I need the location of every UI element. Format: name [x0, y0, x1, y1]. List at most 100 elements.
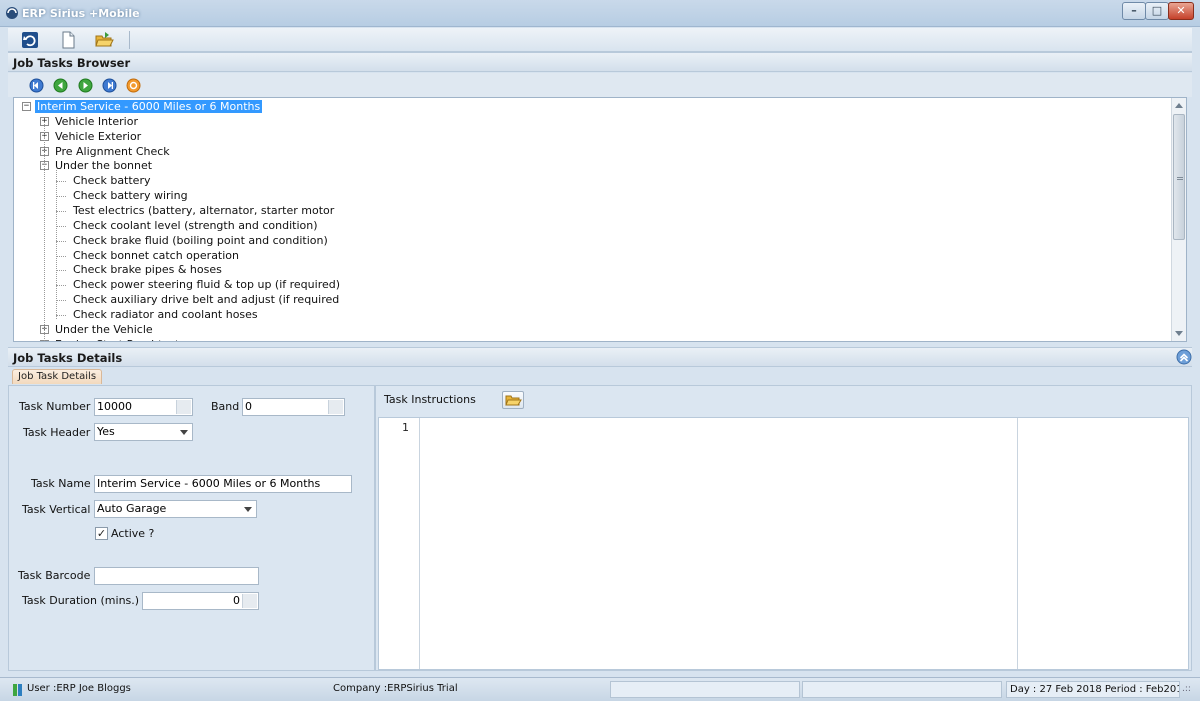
- task-name-value: Interim Service - 6000 Miles or 6 Months: [97, 477, 321, 490]
- tree-item-label: Vehicle Interior: [55, 114, 138, 128]
- collapse-node-icon[interactable]: −: [22, 102, 31, 111]
- tree-leaf-item[interactable]: Check bonnet catch operation: [71, 248, 241, 263]
- status-cell-empty-2: [802, 681, 1002, 698]
- maximize-icon: □: [1151, 4, 1163, 17]
- browser-section-header: Job Tasks Browser: [8, 52, 1192, 72]
- task-vertical-value: Auto Garage: [97, 502, 167, 515]
- open-instructions-button[interactable]: [502, 391, 524, 409]
- tree-node[interactable]: Vehicle Interior: [53, 114, 140, 129]
- database-icon: [13, 684, 22, 696]
- first-icon[interactable]: [29, 78, 44, 93]
- tree-node[interactable]: Under the bonnet: [53, 158, 154, 173]
- refresh-icon[interactable]: [126, 78, 141, 93]
- toolbar-separator: [129, 31, 130, 49]
- job-tasks-tree[interactable]: Interim Service - 6000 Miles or 6 Months…: [13, 97, 1187, 342]
- details-section-header: Job Tasks Details: [8, 347, 1192, 367]
- task-header-select[interactable]: Yes: [94, 423, 193, 441]
- chevron-down-icon[interactable]: [180, 430, 188, 435]
- tree-item-label: Check battery wiring: [73, 189, 188, 203]
- tree-leaf-item[interactable]: Check brake pipes & hoses: [71, 262, 224, 277]
- tree-leaf-item[interactable]: Check coolant level (strength and condit…: [71, 218, 320, 233]
- tree-leaf-item[interactable]: Check radiator and coolant hoses: [71, 307, 260, 322]
- app-logo-icon: [6, 7, 18, 19]
- task-duration-field[interactable]: 0: [142, 592, 259, 610]
- tree-item-label: Engine Start Road-test: [53, 338, 181, 341]
- last-icon[interactable]: [102, 78, 117, 93]
- active-label: Active ?: [111, 527, 155, 540]
- active-checkbox[interactable]: ✓: [95, 527, 108, 540]
- undo-icon[interactable]: [20, 30, 40, 50]
- scrollbar-thumb[interactable]: [1173, 114, 1185, 240]
- scroll-down-icon[interactable]: [1175, 331, 1183, 336]
- tree-item-label: Under the Vehicle: [55, 322, 153, 336]
- tree-node[interactable]: Interim Service - 6000 Miles or 6 Months: [35, 99, 263, 114]
- status-bar: User :ERP Joe Bloggs Company :ERPSirius …: [0, 677, 1200, 701]
- collapse-icon[interactable]: [1176, 349, 1192, 365]
- status-cell-empty-1: [610, 681, 800, 698]
- close-button[interactable]: ✕: [1168, 2, 1194, 20]
- task-instructions-panel: Task Instructions 1: [375, 385, 1192, 671]
- task-number-field[interactable]: 10000: [94, 398, 193, 416]
- tree-item-label: Check coolant level (strength and condit…: [73, 218, 318, 232]
- tree-leaf-item[interactable]: Test electrics (battery, alternator, sta…: [71, 203, 336, 218]
- task-number-spin-button[interactable]: [176, 400, 191, 414]
- grip-icon: [1177, 177, 1183, 180]
- tree-leaf-item[interactable]: Check battery: [71, 173, 152, 188]
- open-folder-icon[interactable]: [94, 30, 114, 50]
- tree-connector: [56, 314, 66, 316]
- minimize-icon: –: [1131, 4, 1137, 17]
- band-value: 0: [245, 400, 252, 413]
- tree-item-label: Check battery: [73, 174, 151, 188]
- tree-node[interactable]: Engine Start Road-test: [53, 337, 181, 341]
- task-details-form: Task Number 10000 Band 0 Task Header Yes…: [8, 385, 375, 671]
- task-header-label: Task Header: [23, 426, 91, 439]
- task-number-value: 10000: [97, 400, 132, 413]
- main-toolbar: [8, 28, 1192, 52]
- tree-scrollbar[interactable]: [1171, 98, 1186, 341]
- scroll-up-icon[interactable]: [1175, 103, 1183, 108]
- task-name-field[interactable]: Interim Service - 6000 Miles or 6 Months: [94, 475, 352, 493]
- band-label: Band: [211, 400, 240, 413]
- previous-icon[interactable]: [53, 78, 68, 93]
- tree-connector: [56, 196, 66, 198]
- tree-item-label: Test electrics (battery, alternator, sta…: [73, 203, 335, 217]
- instructions-editor[interactable]: 1: [378, 417, 1189, 670]
- editor-edge-guide: [1017, 418, 1018, 669]
- tree-leaf-item[interactable]: Check auxiliary drive belt and adjust (i…: [71, 292, 341, 307]
- status-company: Company :ERPSirius Trial: [333, 683, 458, 694]
- tree-connector: [56, 255, 66, 257]
- tree-connector: [56, 240, 66, 242]
- window-title: ERP Sirius +Mobile: [22, 7, 140, 20]
- tree-leaf-item[interactable]: Check power steering fluid & top up (if …: [71, 277, 342, 292]
- tree-connector: [56, 285, 66, 287]
- tree-node[interactable]: Under the Vehicle: [53, 322, 155, 337]
- task-barcode-label: Task Barcode: [18, 569, 91, 582]
- band-field[interactable]: 0: [242, 398, 345, 416]
- chevron-down-icon[interactable]: [244, 507, 252, 512]
- line-number: 1: [402, 421, 409, 434]
- band-spin-button[interactable]: [328, 400, 343, 414]
- task-barcode-field[interactable]: [94, 567, 259, 585]
- status-user: User :ERP Joe Bloggs: [27, 683, 131, 694]
- tree-leaf-item[interactable]: Check battery wiring: [71, 188, 190, 203]
- task-number-label: Task Number: [19, 400, 91, 413]
- resize-grip-icon[interactable]: .::: [1182, 684, 1191, 694]
- tree-node[interactable]: Vehicle Exterior: [53, 129, 143, 144]
- task-duration-label: Task Duration (mins.): [22, 594, 140, 607]
- maximize-button[interactable]: □: [1145, 2, 1169, 20]
- tree-connector: [56, 300, 66, 302]
- tree-item-label: Check brake fluid (boiling point and con…: [73, 233, 328, 247]
- tree-connector: [56, 270, 66, 272]
- next-icon[interactable]: [78, 78, 93, 93]
- tree-connector: [56, 181, 66, 183]
- tab-job-task-details[interactable]: Job Task Details: [12, 369, 103, 384]
- tree-node[interactable]: Pre Alignment Check: [53, 144, 172, 159]
- task-duration-spin-button[interactable]: [242, 594, 257, 608]
- browser-title: Job Tasks Browser: [13, 56, 131, 70]
- tree-leaf-item[interactable]: Check brake fluid (boiling point and con…: [71, 233, 330, 248]
- tree-item-label: Check brake pipes & hoses: [73, 263, 222, 277]
- new-document-icon[interactable]: [58, 30, 78, 50]
- details-title: Job Tasks Details: [13, 351, 123, 365]
- minimize-button[interactable]: –: [1122, 2, 1146, 20]
- task-vertical-select[interactable]: Auto Garage: [94, 500, 257, 518]
